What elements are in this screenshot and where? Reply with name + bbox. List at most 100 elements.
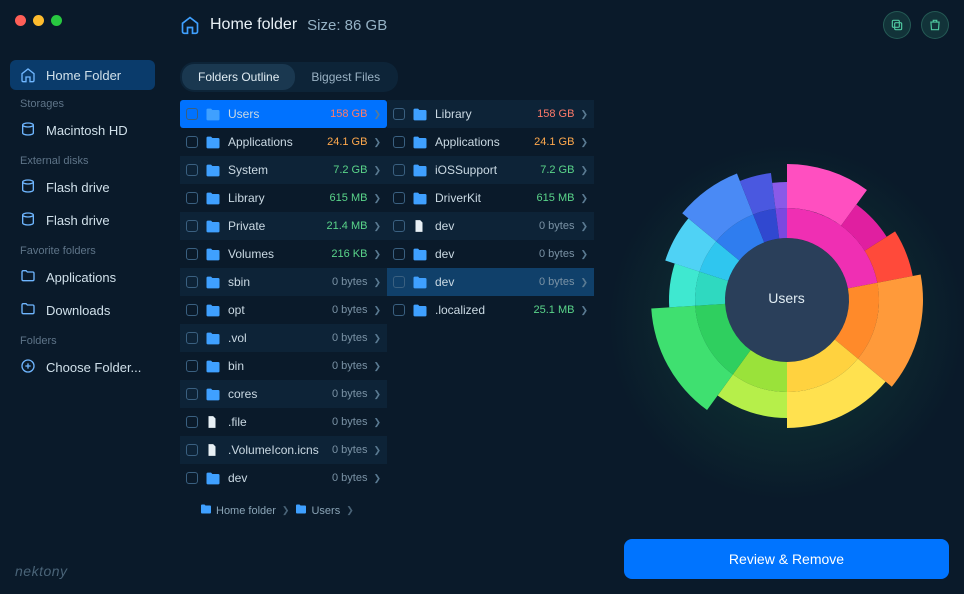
row-checkbox[interactable] xyxy=(186,192,198,204)
row-size: 7.2 GB xyxy=(333,164,367,176)
folder-icon xyxy=(205,388,221,401)
folder-row[interactable]: dev0 bytes❯ xyxy=(180,464,387,492)
chevron-right-icon: ❯ xyxy=(373,277,381,288)
row-checkbox[interactable] xyxy=(186,276,198,288)
main-area: Folders OutlineBiggest Files Users158 GB… xyxy=(165,50,964,594)
tab-biggest-files[interactable]: Biggest Files xyxy=(295,64,396,90)
row-checkbox[interactable] xyxy=(186,388,198,400)
folder-icon xyxy=(205,192,221,205)
row-checkbox[interactable] xyxy=(186,304,198,316)
breadcrumb-item[interactable]: Home folder xyxy=(200,504,276,517)
sidebar-heading: Favorite folders xyxy=(10,237,155,261)
zoom-window-button[interactable] xyxy=(51,15,62,26)
folder-icon xyxy=(205,360,221,373)
folder-icon xyxy=(205,276,221,289)
row-checkbox[interactable] xyxy=(393,248,405,260)
row-checkbox[interactable] xyxy=(186,248,198,260)
row-name: sbin xyxy=(228,275,328,289)
folder-row[interactable]: Library158 GB❯ xyxy=(387,100,594,128)
brand-label: nektony xyxy=(15,563,68,579)
sidebar-item-applications[interactable]: Applications xyxy=(10,261,155,294)
close-window-button[interactable] xyxy=(15,15,26,26)
row-name: Applications xyxy=(228,135,323,149)
folder-row[interactable]: Volumes216 KB❯ xyxy=(180,240,387,268)
sidebar-heading: Storages xyxy=(10,90,155,114)
folder-icon xyxy=(205,108,221,121)
row-checkbox[interactable] xyxy=(186,444,198,456)
folder-row[interactable]: dev0 bytes❯ xyxy=(387,268,594,296)
copy-icon[interactable] xyxy=(883,11,911,39)
sidebar-item-flash-drive[interactable]: Flash drive xyxy=(10,204,155,237)
chevron-right-icon: ❯ xyxy=(580,137,588,148)
tab-folders-outline[interactable]: Folders Outline xyxy=(182,64,295,90)
row-checkbox[interactable] xyxy=(393,192,405,204)
sidebar-item-label: Flash drive xyxy=(46,213,110,228)
row-checkbox[interactable] xyxy=(393,108,405,120)
view-tabs: Folders OutlineBiggest Files xyxy=(165,50,964,100)
breadcrumb-item[interactable]: Users xyxy=(295,504,340,517)
folder-row[interactable]: .file0 bytes❯ xyxy=(180,408,387,436)
folder-row[interactable]: Applications24.1 GB❯ xyxy=(387,128,594,156)
row-size: 0 bytes xyxy=(332,304,367,316)
row-checkbox[interactable] xyxy=(393,276,405,288)
row-name: dev xyxy=(228,471,328,485)
row-checkbox[interactable] xyxy=(393,164,405,176)
minimize-window-button[interactable] xyxy=(33,15,44,26)
folder-row[interactable]: .localized25.1 MB❯ xyxy=(387,296,594,324)
sidebar-item-home-folder[interactable]: Home Folder xyxy=(10,60,155,90)
folder-row[interactable]: dev0 bytes❯ xyxy=(387,212,594,240)
folder-row[interactable]: sbin 0 bytes ❯ xyxy=(180,268,387,296)
folder-row[interactable]: Applications 24.1 GB ❯ xyxy=(180,128,387,156)
row-checkbox[interactable] xyxy=(186,108,198,120)
folder-row[interactable]: DriverKit615 MB❯ xyxy=(387,184,594,212)
row-size: 0 bytes xyxy=(332,388,367,400)
disk-icon xyxy=(20,121,36,140)
folder-row[interactable]: .vol0 bytes❯ xyxy=(180,324,387,352)
folder-row[interactable]: dev0 bytes❯ xyxy=(387,240,594,268)
row-name: Private xyxy=(228,219,322,233)
row-name: Volumes xyxy=(228,247,327,261)
row-checkbox[interactable] xyxy=(186,472,198,484)
sidebar-item-macintosh-hd[interactable]: Macintosh HD xyxy=(10,114,155,147)
row-checkbox[interactable] xyxy=(393,304,405,316)
row-size: 0 bytes xyxy=(332,276,367,288)
folder-row[interactable]: System7.2 GB❯ xyxy=(180,156,387,184)
disk-icon xyxy=(20,211,36,230)
chevron-right-icon: ❯ xyxy=(373,137,381,148)
row-checkbox[interactable] xyxy=(186,220,198,232)
row-size: 158 GB xyxy=(537,108,574,120)
chevron-right-icon: ❯ xyxy=(346,505,354,516)
folder-icon xyxy=(205,304,221,317)
review-remove-button[interactable]: Review & Remove xyxy=(624,539,949,579)
row-checkbox[interactable] xyxy=(393,136,405,148)
row-checkbox[interactable] xyxy=(186,164,198,176)
row-checkbox[interactable] xyxy=(393,220,405,232)
row-size: 24.1 GB xyxy=(327,136,367,148)
folder-row[interactable]: opt0 bytes❯ xyxy=(180,296,387,324)
row-checkbox[interactable] xyxy=(186,360,198,372)
folder-row[interactable]: bin0 bytes❯ xyxy=(180,352,387,380)
folder-icon xyxy=(412,192,428,205)
file-icon xyxy=(412,219,428,233)
sidebar-item-downloads[interactable]: Downloads xyxy=(10,294,155,327)
folder-row[interactable]: cores0 bytes❯ xyxy=(180,380,387,408)
row-size: 216 KB xyxy=(331,248,367,260)
sidebar-item-label: Applications xyxy=(46,270,116,285)
folder-icon xyxy=(205,472,221,485)
folder-row[interactable]: .VolumeIcon.icns0 bytes❯ xyxy=(180,436,387,464)
sidebar-item-label: Flash drive xyxy=(46,180,110,195)
chevron-right-icon: ❯ xyxy=(580,221,588,232)
folder-icon xyxy=(200,504,212,517)
folder-row[interactable]: iOSSupport7.2 GB❯ xyxy=(387,156,594,184)
sidebar-item-choose-folder-[interactable]: Choose Folder... xyxy=(10,351,155,384)
row-size: 158 GB xyxy=(330,108,367,120)
row-checkbox[interactable] xyxy=(186,136,198,148)
row-checkbox[interactable] xyxy=(186,416,198,428)
row-name: dev xyxy=(435,247,535,261)
trash-icon[interactable] xyxy=(921,11,949,39)
sidebar-item-flash-drive[interactable]: Flash drive xyxy=(10,171,155,204)
folder-row[interactable]: Private21.4 MB❯ xyxy=(180,212,387,240)
folder-row[interactable]: Users158 GB❯ xyxy=(180,100,387,128)
folder-row[interactable]: Library615 MB❯ xyxy=(180,184,387,212)
row-checkbox[interactable] xyxy=(186,332,198,344)
